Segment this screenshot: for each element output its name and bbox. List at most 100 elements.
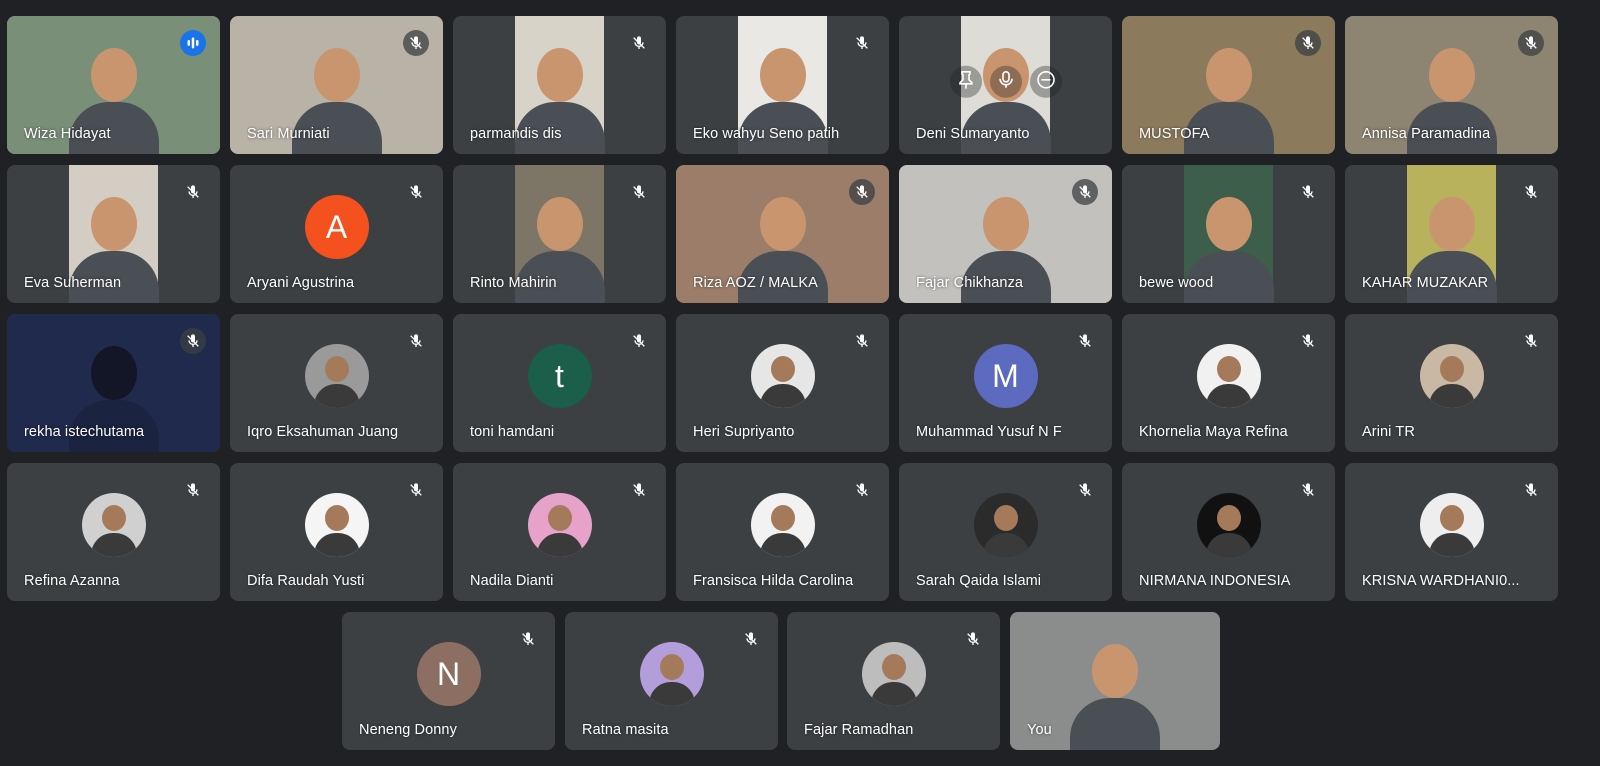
avatar — [750, 344, 815, 408]
avatar: A — [304, 195, 369, 259]
participant-tile-fransisca-hilda-carolina[interactable]: Fransisca Hilda Carolina — [676, 463, 889, 601]
mic-off-icon — [1072, 328, 1098, 354]
participant-name: Heri Supriyanto — [693, 424, 795, 440]
participant-tile-deni-sumaryanto[interactable]: Deni Sumaryanto — [899, 16, 1112, 154]
participant-tile-nadila-dianti[interactable]: Nadila Dianti — [453, 463, 666, 601]
participant-name: KRISNA WARDHANI0... — [1362, 573, 1520, 589]
avatar — [304, 493, 369, 557]
participant-tile-iqro-eksahuman-juang[interactable]: Iqro Eksahuman Juang — [230, 314, 443, 452]
mic-off-icon — [1295, 30, 1321, 56]
mic-icon — [998, 70, 1013, 93]
participant-tile-krisna-wardhani0[interactable]: KRISNA WARDHANI0... — [1345, 463, 1558, 601]
avatar: M — [973, 344, 1038, 408]
participant-tile-heri-supriyanto[interactable]: Heri Supriyanto — [676, 314, 889, 452]
mic-off-icon — [1295, 179, 1321, 205]
mic-off-icon — [403, 179, 429, 205]
mic-off-icon — [1518, 179, 1544, 205]
mic-off-icon — [626, 328, 652, 354]
participant-tile-annisa-paramadina[interactable]: Annisa Paramadina — [1345, 16, 1558, 154]
participant-tile-fajar-chikhanza[interactable]: Fajar Chikhanza — [899, 165, 1112, 303]
participant-tile-muhammad-yusuf-n-f[interactable]: M Muhammad Yusuf N F — [899, 314, 1112, 452]
avatar: t — [527, 344, 592, 408]
mic-off-icon — [1295, 477, 1321, 503]
avatar — [1196, 344, 1261, 408]
mic-off-icon — [849, 179, 875, 205]
participant-name: KAHAR MUZAKAR — [1362, 275, 1489, 291]
avatar — [973, 493, 1038, 557]
participant-tile-sari-murniati[interactable]: Sari Murniati — [230, 16, 443, 154]
avatar: N — [416, 642, 481, 706]
participant-name: NIRMANA INDONESIA — [1139, 573, 1291, 589]
participant-tile-nirmana-indonesia[interactable]: NIRMANA INDONESIA — [1122, 463, 1335, 601]
participant-name: toni hamdani — [470, 424, 555, 440]
avatar — [639, 642, 704, 706]
avatar — [527, 493, 592, 557]
participant-name: Aryani Agustrina — [247, 275, 355, 291]
mic-off-icon — [1518, 328, 1544, 354]
mic-off-icon — [849, 477, 875, 503]
participant-name: Riza AOZ / MALKA — [693, 275, 818, 291]
participant-tile-rekha-istechutama[interactable]: rekha istechutama — [7, 314, 220, 452]
participant-name: Iqro Eksahuman Juang — [247, 424, 399, 440]
avatar — [304, 344, 369, 408]
pin-button[interactable] — [949, 65, 982, 98]
mic-off-icon — [403, 477, 429, 503]
mic-off-icon — [738, 626, 764, 652]
mic-off-icon — [403, 328, 429, 354]
participant-tile-ratna-masita[interactable]: Ratna masita — [565, 612, 778, 750]
mic-off-icon — [180, 179, 206, 205]
participant-tile-eko-wahyu-seno-patih[interactable]: Eko wahyu Seno patih — [676, 16, 889, 154]
avatar — [81, 493, 146, 557]
participant-name: Rinto Mahirin — [470, 275, 557, 291]
mic-off-icon — [1518, 477, 1544, 503]
remove-participant-button[interactable] — [1029, 65, 1062, 98]
participant-name: bewe wood — [1139, 275, 1214, 291]
participant-tile-eva-suherman[interactable]: Eva Suherman — [7, 165, 220, 303]
avatar — [1419, 493, 1484, 557]
tile-hover-controls — [949, 65, 1062, 98]
participant-name: Wiza Hidayat — [24, 126, 111, 142]
participant-tile-aryani-agustrina[interactable]: A Aryani Agustrina — [230, 165, 443, 303]
participant-name: Ratna masita — [582, 722, 669, 738]
participant-tile-parmandis-dis[interactable]: parmandis dis — [453, 16, 666, 154]
participant-tile-riza-aoz-malka[interactable]: Riza AOZ / MALKA — [676, 165, 889, 303]
remove-icon — [1036, 69, 1056, 94]
participant-name: Neneng Donny — [359, 722, 457, 738]
participant-name: Annisa Paramadina — [1362, 126, 1491, 142]
participant-name: Nadila Dianti — [470, 573, 554, 589]
mic-off-icon — [626, 30, 652, 56]
participant-tile-you[interactable]: You — [1010, 612, 1220, 750]
participant-tile-khornelia-maya-refina[interactable]: Khornelia Maya Refina — [1122, 314, 1335, 452]
mic-off-icon — [626, 477, 652, 503]
mic-off-icon — [403, 30, 429, 56]
participant-tile-toni-hamdani[interactable]: t toni hamdani — [453, 314, 666, 452]
participant-tile-difa-raudah-yusti[interactable]: Difa Raudah Yusti — [230, 463, 443, 601]
participant-name: Khornelia Maya Refina — [1139, 424, 1288, 440]
mic-off-icon — [1072, 179, 1098, 205]
participant-tile-fajar-ramadhan[interactable]: Fajar Ramadhan — [787, 612, 1000, 750]
participant-grid: Wiza Hidayat Sari Murniati parmandis dis Ek… — [0, 0, 1600, 766]
participant-name: Fajar Chikhanza — [916, 275, 1024, 291]
mic-off-icon — [515, 626, 541, 652]
participant-tile-bewe-wood[interactable]: bewe wood — [1122, 165, 1335, 303]
mic-off-icon — [1072, 477, 1098, 503]
avatar — [750, 493, 815, 557]
mic-off-icon — [1295, 328, 1321, 354]
participant-name: Sarah Qaida Islami — [916, 573, 1042, 589]
mic-off-icon — [180, 477, 206, 503]
participant-name: MUSTOFA — [1139, 126, 1210, 142]
mic-off-icon — [849, 30, 875, 56]
participant-name: Muhammad Yusuf N F — [916, 424, 1062, 440]
participant-tile-sarah-qaida-islami[interactable]: Sarah Qaida Islami — [899, 463, 1112, 601]
participant-tile-arini-tr[interactable]: Arini TR — [1345, 314, 1558, 452]
participant-tile-refina-azanna[interactable]: Refina Azanna — [7, 463, 220, 601]
avatar — [861, 642, 926, 706]
avatar — [1196, 493, 1261, 557]
mute-participant-button[interactable] — [989, 65, 1022, 98]
participant-tile-neneng-donny[interactable]: N Neneng Donny — [342, 612, 555, 750]
participant-tile-kahar-muzakar[interactable]: KAHAR MUZAKAR — [1345, 165, 1558, 303]
participant-tile-rinto-mahirin[interactable]: Rinto Mahirin — [453, 165, 666, 303]
participant-name: Eva Suherman — [24, 275, 122, 291]
participant-tile-wiza-hidayat[interactable]: Wiza Hidayat — [7, 16, 220, 154]
participant-tile-mustofa[interactable]: MUSTOFA — [1122, 16, 1335, 154]
